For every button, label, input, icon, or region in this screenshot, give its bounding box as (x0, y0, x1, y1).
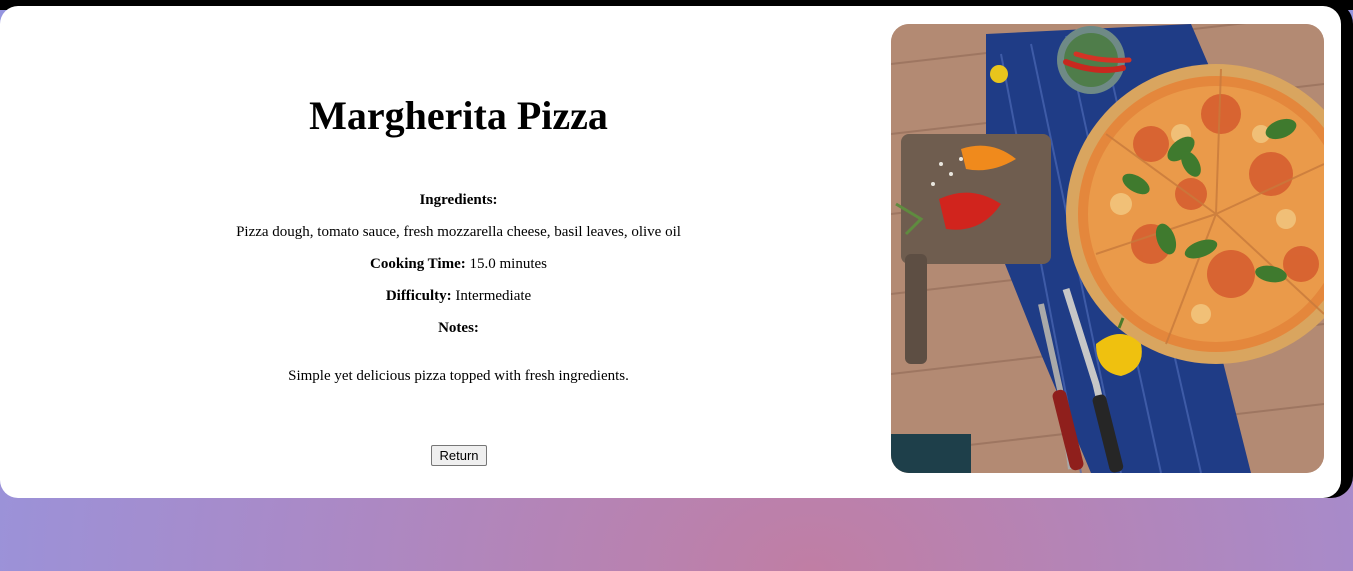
recipe-title: Margherita Pizza (309, 93, 608, 138)
pizza-photo (891, 24, 1324, 473)
difficulty-label: Difficulty: (385, 288, 452, 304)
ingredients-heading: Ingredients: (0, 191, 917, 209)
cooking-time-row: Cooking Time: 15.0 minutes (0, 255, 917, 273)
difficulty-value: Intermediate (455, 288, 532, 304)
notes-text: Simple yet delicious pizza topped with f… (288, 368, 629, 384)
recipe-details: Margherita Pizza Ingredients: Pizza doug… (0, 6, 917, 498)
difficulty-row: Difficulty: Intermediate (0, 287, 917, 305)
cooking-time-value: 15.0 minutes (469, 256, 547, 272)
return-button[interactable]: Return (431, 445, 487, 466)
ingredients-text: Pizza dough, tomato sauce, fresh mozzare… (236, 224, 681, 240)
cooking-time-label: Cooking Time: (370, 256, 466, 272)
ingredients-label: Ingredients: (419, 192, 498, 208)
notes-label: Notes: (438, 320, 479, 336)
notes-heading: Notes: (0, 319, 917, 337)
recipe-card: Margherita Pizza Ingredients: Pizza doug… (0, 6, 1341, 498)
